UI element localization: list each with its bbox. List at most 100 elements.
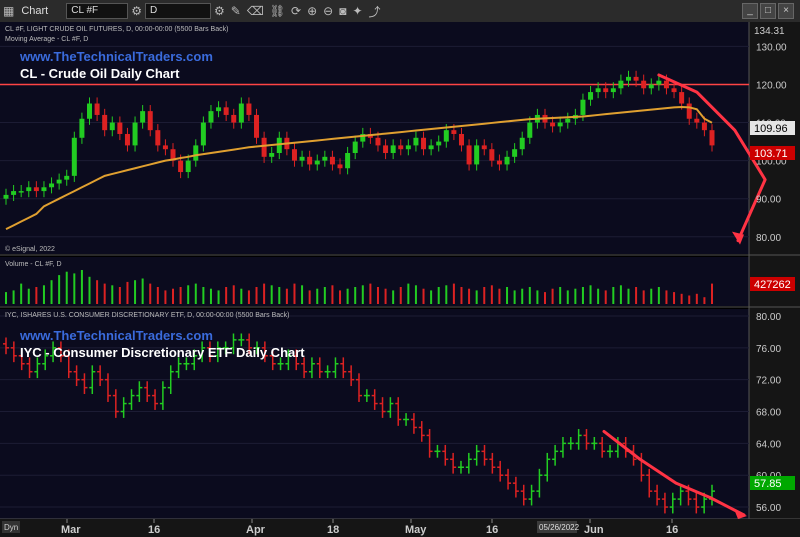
volume-bar: [73, 273, 76, 304]
candle-body: [443, 130, 449, 142]
zoom-out-icon[interactable]: ⊖: [323, 4, 333, 18]
candle-body: [238, 103, 244, 123]
candle-body: [345, 153, 351, 169]
x-tick-label: Apr: [246, 524, 266, 536]
candle-body: [496, 160, 502, 165]
volume-bar: [688, 295, 691, 304]
volume-bar: [650, 288, 653, 304]
volume-bar: [392, 290, 395, 304]
candle-body: [648, 84, 654, 89]
candle-body: [436, 141, 442, 146]
candle-body: [64, 175, 70, 180]
candle-body: [208, 111, 214, 123]
volume-bar: [301, 285, 304, 304]
candle-body: [489, 149, 495, 161]
link-icon[interactable]: ⛓: [270, 4, 285, 18]
candle-body: [383, 145, 389, 154]
candle-body: [375, 137, 381, 146]
volume-bar: [111, 285, 114, 304]
candle-body: [18, 191, 24, 193]
volume-value-text: 427262: [754, 279, 791, 291]
volume-bar: [134, 280, 137, 304]
candle-body: [451, 130, 457, 134]
eraser-icon[interactable]: ⌫: [247, 4, 264, 18]
candle-body: [231, 114, 237, 123]
settings-icon[interactable]: ⚙: [131, 4, 142, 18]
volume-bar: [536, 290, 539, 304]
candle-body: [641, 80, 647, 89]
candle-body: [124, 133, 130, 146]
candle-body: [178, 160, 184, 173]
candle-body: [132, 122, 138, 146]
copyright-text: © eSignal, 2022: [5, 245, 55, 253]
volume-bar: [521, 288, 524, 304]
iyc-tick-label: 68.00: [756, 408, 781, 419]
volume-bar: [528, 287, 531, 304]
volume-bar: [217, 290, 220, 304]
volume-bar: [5, 292, 7, 304]
chart-area[interactable]: CL #F, LIGHT CRUDE OIL FUTURES, D, 00:00…: [0, 22, 800, 537]
volume-bar: [285, 288, 288, 304]
candle-body: [140, 111, 146, 123]
refresh-icon[interactable]: ⟳: [291, 4, 301, 18]
candle-body: [56, 179, 62, 184]
candle-body: [686, 103, 692, 119]
candle-body: [663, 80, 669, 89]
share-icon[interactable]: ⤴: [369, 3, 381, 20]
candle-body: [512, 149, 518, 157]
volume-bar: [255, 287, 258, 304]
study-info-line: Moving Average - CL #F, D: [5, 36, 88, 43]
volume-bar: [156, 287, 159, 304]
candle-body: [405, 145, 411, 150]
candle-body: [625, 76, 631, 81]
twitter-icon[interactable]: ✦: [352, 4, 362, 18]
candle-body: [49, 183, 55, 188]
iyc-chart-title: IYC - Consumer Discretionary ETF Daily C…: [20, 345, 305, 360]
price-tick-label: 130.00: [756, 42, 787, 53]
interval-settings-icon[interactable]: ⚙: [214, 4, 225, 18]
candle-body: [147, 111, 153, 131]
x-tick-label: 16: [666, 524, 678, 536]
pencil-icon[interactable]: ✎: [231, 4, 241, 18]
x-tick-label: 18: [327, 524, 339, 536]
volume-info-line: Volume - CL #F, D: [5, 261, 62, 268]
camera-icon[interactable]: ◙: [339, 4, 346, 18]
candle-body: [193, 145, 199, 161]
iyc-tick-label: 80.00: [756, 312, 781, 323]
interval-input[interactable]: D: [145, 3, 212, 19]
candle-body: [595, 88, 601, 93]
candle-body: [519, 137, 525, 150]
price-tick-label: 80.00: [756, 233, 781, 244]
volume-bar: [42, 285, 45, 304]
volume-bar: [673, 292, 676, 304]
candle-body: [291, 149, 297, 161]
close-button[interactable]: ×: [778, 3, 794, 19]
volume-bar: [619, 285, 622, 304]
candle-body: [261, 137, 267, 157]
candle-body: [603, 88, 609, 93]
symbol-input[interactable]: CL #F: [66, 3, 129, 19]
candle-body: [565, 118, 571, 123]
app-title: Chart: [21, 5, 49, 17]
volume-bar: [414, 285, 417, 304]
candle-body: [223, 107, 229, 115]
candle-body: [185, 160, 191, 173]
maximize-button[interactable]: □: [760, 3, 776, 19]
candle-body: [671, 88, 677, 93]
volume-bar: [346, 288, 349, 304]
volume-bar: [543, 292, 546, 304]
candle-body: [337, 164, 343, 169]
iyc-last-text: 57.85: [754, 478, 782, 490]
candle-body: [610, 88, 616, 93]
iyc-tick-label: 64.00: [756, 439, 781, 450]
candle-body: [504, 156, 510, 165]
iyc-tick-label: 76.00: [756, 344, 781, 355]
zoom-in-icon[interactable]: ⊕: [307, 4, 317, 18]
volume-bar: [460, 287, 463, 304]
minimize-button[interactable]: _: [742, 3, 758, 19]
volume-bar: [612, 287, 615, 304]
volume-bar: [574, 288, 577, 304]
candle-body: [390, 145, 396, 154]
candle-body: [421, 137, 427, 150]
volume-bar: [559, 287, 562, 304]
